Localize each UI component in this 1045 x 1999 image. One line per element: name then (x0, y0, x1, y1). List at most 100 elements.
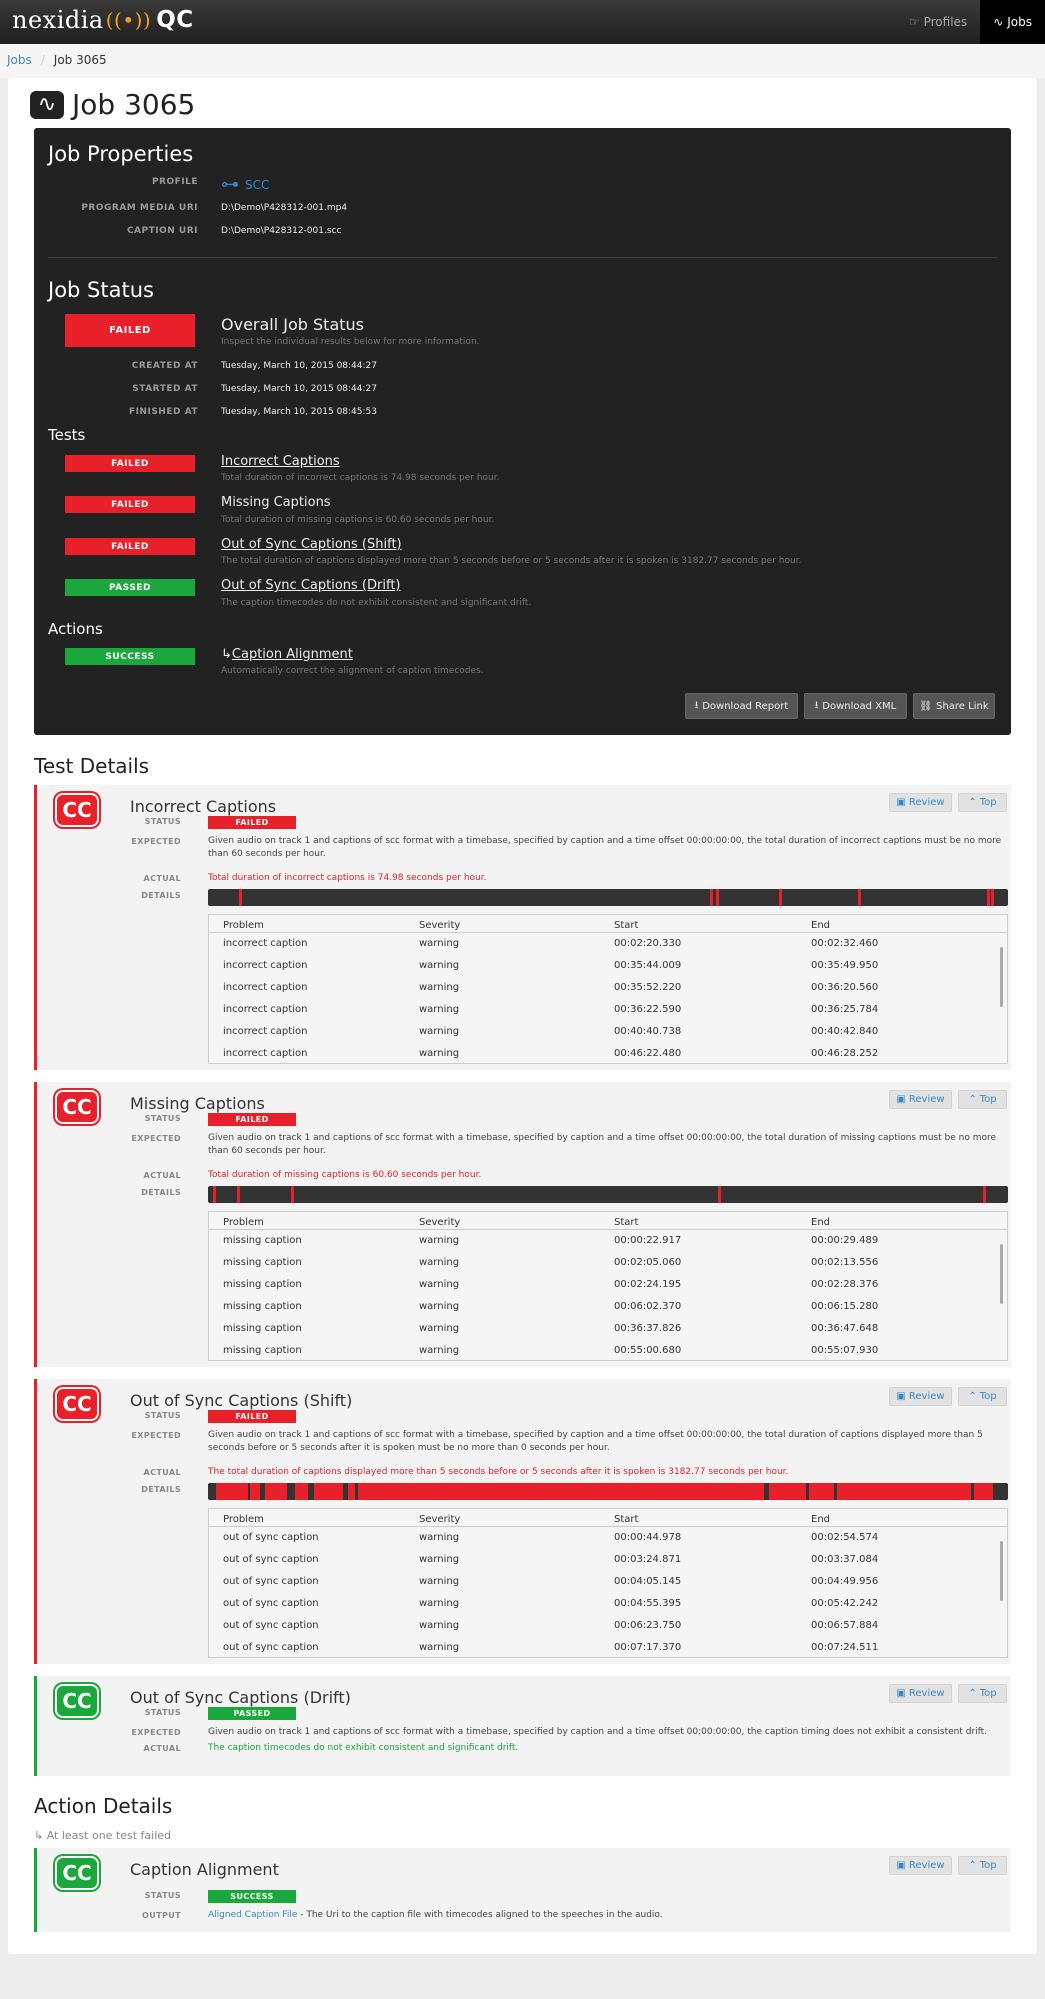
page-title: ∿ Job 3065 (30, 88, 195, 121)
review-button[interactable]: ▣ Review (889, 1090, 952, 1109)
table-cell: warning (419, 960, 460, 971)
profile-label: PROFILE (151, 177, 198, 187)
top-button[interactable]: ⌃ Top (958, 1090, 1007, 1109)
top-label: Top (979, 1094, 997, 1105)
test-status-badge: FAILED (65, 496, 195, 513)
table-cell: 00:05:42.242 (811, 1598, 879, 1609)
status-badge: FAILED (208, 1113, 296, 1126)
table-scrollbar[interactable] (998, 1230, 1006, 1360)
scrollbar-thumb[interactable] (1000, 1541, 1003, 1601)
nexidia-qc-logo[interactable]: nexidia ((•)) QC (12, 6, 194, 34)
table-row[interactable]: out of sync caption warning 00:07:17.370 00… (209, 1637, 1007, 1657)
test-description: The total duration of captions displayed… (221, 556, 802, 566)
test-status-badge: FAILED (65, 538, 195, 555)
overall-status-badge: FAILED (65, 314, 195, 347)
logo-suffix: QC (156, 7, 194, 33)
table-row[interactable]: incorrect caption warning 00:02:20.330 00:0… (209, 933, 1007, 955)
action-note: ↳ At least one test failed (34, 1829, 171, 1842)
actual-value: Total duration of missing captions is 60… (208, 1170, 482, 1180)
actual-value: The caption timecodes do not exhibit con… (208, 1743, 519, 1753)
table-row[interactable]: incorrect caption warning 00:36:22.590 00:3… (209, 999, 1007, 1021)
table-row[interactable]: missing caption warning 00:06:02.370 00:06:… (209, 1296, 1007, 1318)
table-row[interactable]: out of sync caption warning 00:03:24.871 00… (209, 1549, 1007, 1571)
problems-table: Problem Severity Start End incorrect caption… (208, 914, 1008, 1064)
test-link-out-of-sync-shift[interactable]: Out of Sync Captions (Shift) (221, 537, 402, 552)
status-label: STATUS (144, 1411, 181, 1420)
top-label: Top (979, 1391, 997, 1402)
download-report-label: Download Report (702, 700, 789, 712)
table-row[interactable]: missing caption warning 00:55:00.680 00:55:… (209, 1340, 1007, 1360)
table-row[interactable]: incorrect caption warning 00:40:40.738 00:4… (209, 1021, 1007, 1043)
table-cell: 00:02:20.330 (614, 938, 682, 949)
top-button[interactable]: ⌃ Top (958, 793, 1007, 812)
timeline-marker (718, 1186, 722, 1203)
breadcrumb-separator: / (40, 53, 45, 67)
table-row[interactable]: out of sync caption warning 00:00:44.978 00… (209, 1527, 1007, 1549)
table-row[interactable]: missing caption warning 00:00:22.917 00:00:… (209, 1230, 1007, 1252)
test-link-out-of-sync-drift[interactable]: Out of Sync Captions (Drift) (221, 578, 401, 593)
hand-pointer-icon: ☞ (908, 15, 920, 29)
table-cell: warning (419, 1026, 460, 1037)
table-cell: out of sync caption (223, 1642, 319, 1653)
timeline-gap (834, 1483, 837, 1500)
breadcrumb-jobs-link[interactable]: Jobs (7, 53, 32, 67)
started-at-label: STARTED AT (132, 384, 198, 394)
table-cell: 00:40:40.738 (614, 1026, 682, 1037)
test-link-incorrect-captions[interactable]: Incorrect Captions (221, 454, 340, 469)
table-cell: warning (419, 1598, 460, 1609)
download-xml-button[interactable]: ⭳ Download XML (804, 693, 907, 719)
breadcrumb: Jobs / Job 3065 (0, 44, 1045, 78)
aligned-caption-file-link[interactable]: Aligned Caption File (208, 1910, 297, 1920)
table-row[interactable]: incorrect caption warning 00:35:44.009 00:3… (209, 955, 1007, 977)
issue-timeline[interactable] (208, 1483, 1008, 1500)
scrollbar-thumb[interactable] (1000, 947, 1003, 1007)
test-link-missing-captions[interactable]: Missing Captions (221, 495, 331, 510)
table-cell: missing caption (223, 1323, 302, 1334)
table-cell: incorrect caption (223, 1048, 308, 1059)
download-report-button[interactable]: ⭳ Download Report (685, 693, 798, 719)
table-cell: 00:35:44.009 (614, 960, 682, 971)
table-row[interactable]: missing caption warning 00:36:37.826 00:36:… (209, 1318, 1007, 1340)
nav-profiles[interactable]: ☞ Profiles (896, 0, 980, 44)
link-icon: ⛓ (919, 700, 933, 712)
issue-timeline[interactable] (208, 889, 1008, 906)
return-arrow-icon: ↳ (221, 647, 232, 662)
table-row[interactable]: out of sync caption warning 00:04:05.145 00… (209, 1571, 1007, 1593)
status-badge: PASSED (208, 1707, 296, 1720)
review-button[interactable]: ▣ Review (889, 793, 952, 812)
column-header-start: Start (614, 920, 639, 931)
table-cell: missing caption (223, 1279, 302, 1290)
issue-timeline[interactable] (208, 1186, 1008, 1203)
table-cell: warning (419, 1620, 460, 1631)
table-row[interactable]: out of sync caption warning 00:06:23.750 00… (209, 1615, 1007, 1637)
test-detail-title: Incorrect Captions (130, 797, 277, 816)
top-button[interactable]: ⌃ Top (958, 1856, 1007, 1875)
review-button[interactable]: ▣ Review (889, 1856, 952, 1875)
table-cell: 00:06:57.884 (811, 1620, 879, 1631)
table-scrollbar[interactable] (998, 933, 1006, 1063)
table-scrollbar[interactable] (998, 1527, 1006, 1657)
share-link-button[interactable]: ⛓ Share Link (913, 693, 995, 719)
table-row[interactable]: out of sync caption warning 00:04:55.395 00… (209, 1593, 1007, 1615)
table-row[interactable]: missing caption warning 00:02:05.060 00:02:… (209, 1252, 1007, 1274)
top-button[interactable]: ⌃ Top (958, 1684, 1007, 1703)
table-row[interactable]: incorrect caption warning 00:46:22.480 00:4… (209, 1043, 1007, 1063)
table-row[interactable]: incorrect caption warning 00:35:52.220 00:3… (209, 977, 1007, 999)
actual-label: ACTUAL (143, 874, 181, 883)
program-media-uri-value: D:\Demo\P428312-001.mp4 (221, 203, 348, 213)
table-row[interactable]: missing caption warning 00:02:24.195 00:02:… (209, 1274, 1007, 1296)
profile-link[interactable]: ⊶ SCC (221, 174, 269, 195)
top-button[interactable]: ⌃ Top (958, 1387, 1007, 1406)
action-detail-caption-alignment: CC Caption Alignment ▣ Review ⌃ Top STATUS… (34, 1848, 1011, 1932)
review-button[interactable]: ▣ Review (889, 1684, 952, 1703)
review-button[interactable]: ▣ Review (889, 1387, 952, 1406)
table-cell: 00:06:23.750 (614, 1620, 682, 1631)
scrollbar-thumb[interactable] (1000, 1244, 1003, 1304)
action-link-caption-alignment[interactable]: ↳Caption Alignment (221, 647, 353, 662)
caption-uri-label: CAPTION URI (126, 226, 198, 236)
nav-jobs[interactable]: ∿ Jobs (980, 0, 1045, 44)
table-cell: incorrect caption (223, 982, 308, 993)
download-icon: ⭳ (814, 699, 819, 711)
table-cell: 00:04:05.145 (614, 1576, 682, 1587)
table-cell: 00:36:47.648 (811, 1323, 879, 1334)
